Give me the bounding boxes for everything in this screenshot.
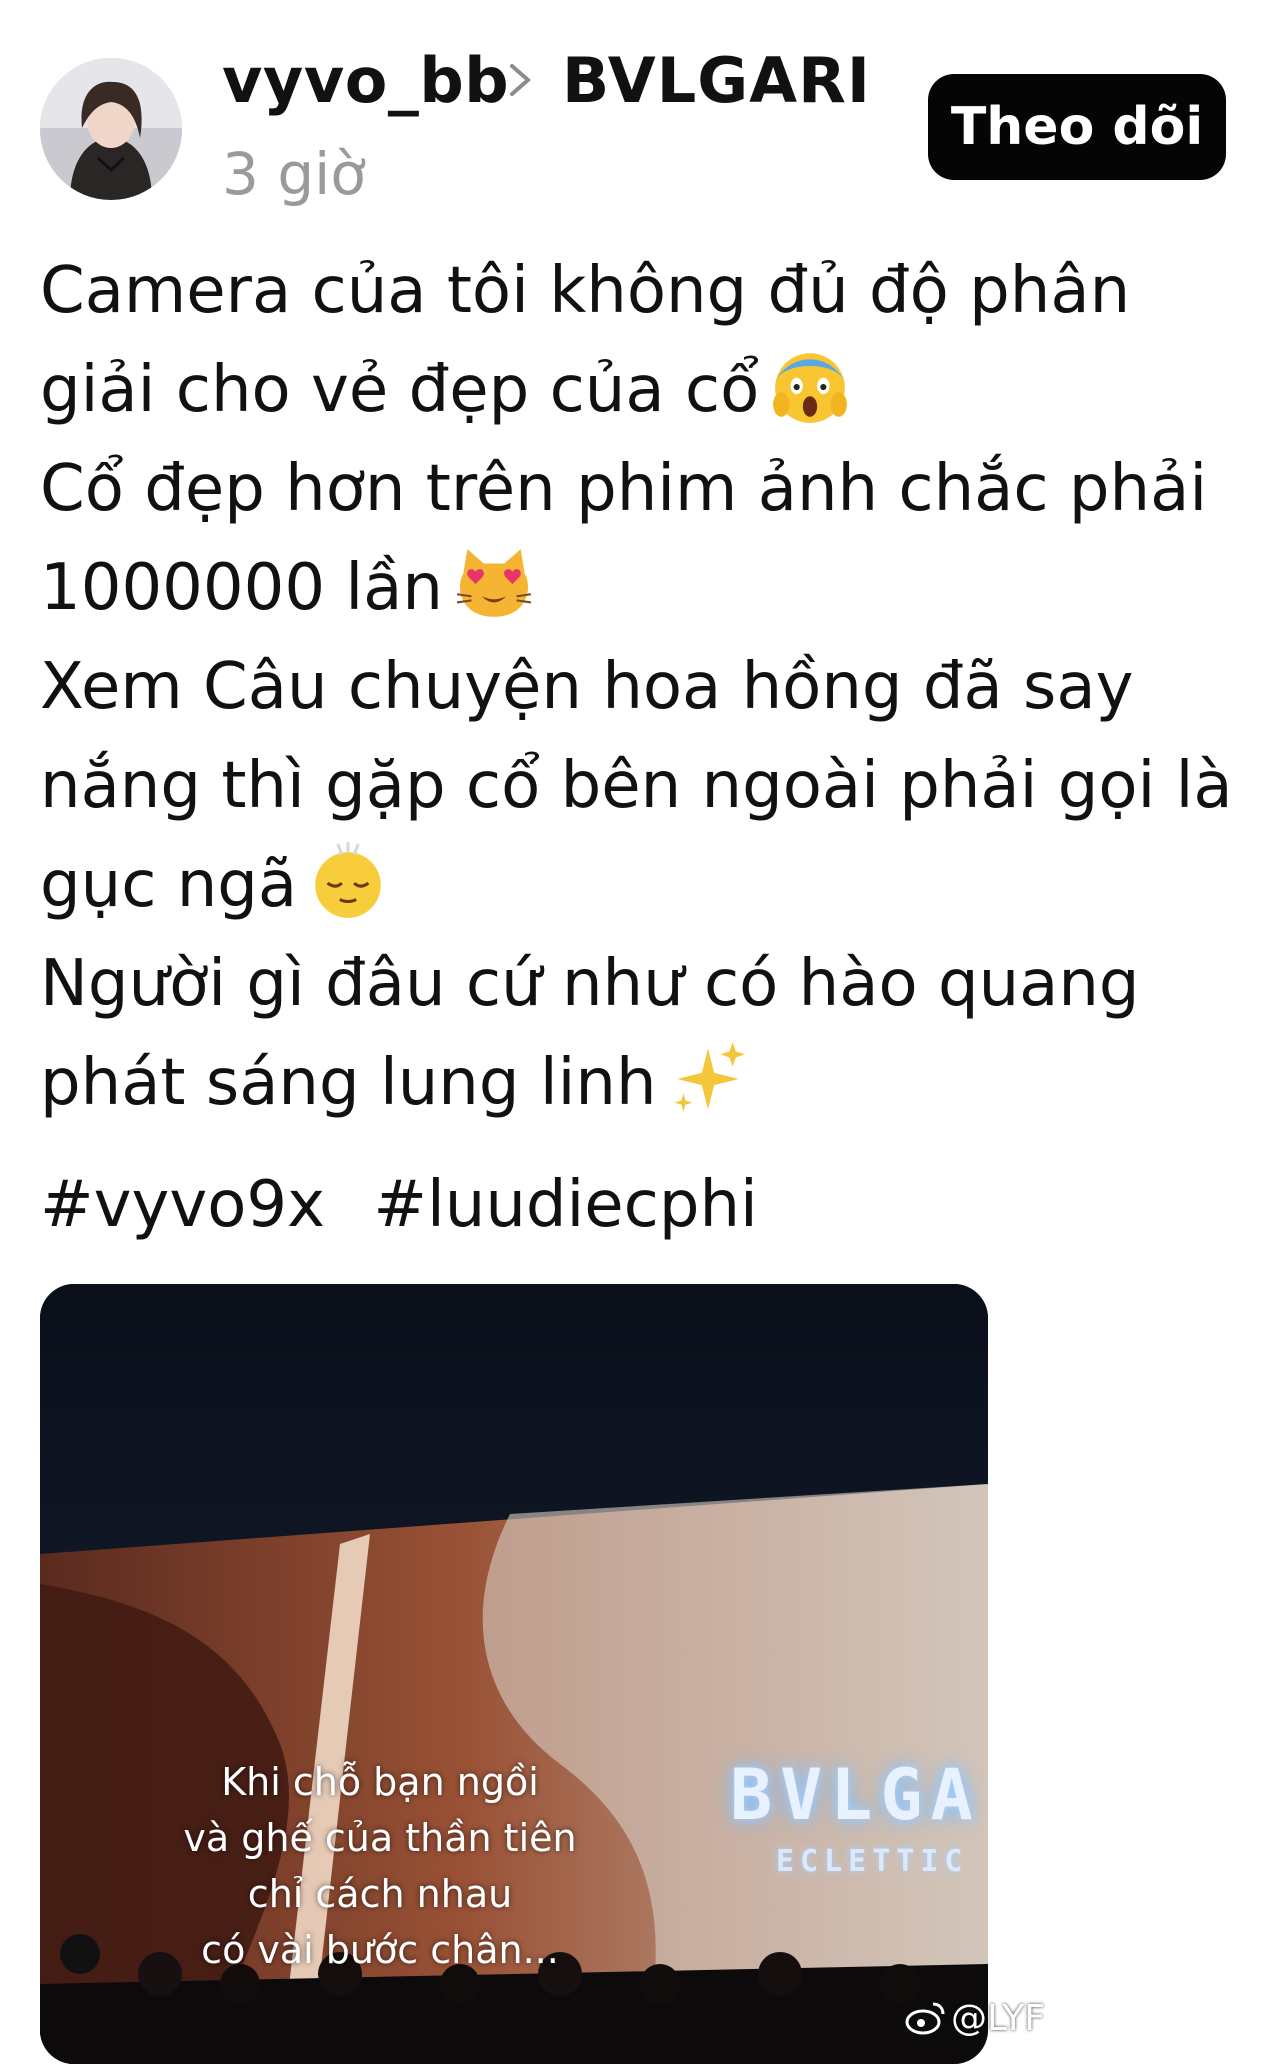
post-text-line: gục ngã xyxy=(40,836,1240,935)
bvlgari-sign-subtitle: ECLETTIC xyxy=(776,1844,969,1879)
post-text-line-content: Xem Câu chuyện hoa hồng đã say xyxy=(40,650,1134,724)
face-screaming-icon xyxy=(773,353,848,423)
watermark: @LYF xyxy=(905,1996,1045,2040)
post-text-line: Cổ đẹp hơn trên phim ảnh chắc phải xyxy=(40,440,1240,539)
post-body: Camera của tôi không đủ độ phân giải cho… xyxy=(40,242,1240,1133)
hashtags: #vyvo9x #luudiecphi xyxy=(40,1168,786,1242)
post-header: vyvo_bb BVLGARI 3 giờ Theo dõi xyxy=(0,0,1277,220)
post-text-line-content: Người gì đâu cứ như có hào quang xyxy=(40,947,1140,1021)
post-text-line: nắng thì gặp cổ bên ngoài phải gọi là xyxy=(40,737,1240,836)
post-text-line: 1000000 lần xyxy=(40,539,1240,638)
heart-eyes-cat-icon xyxy=(456,549,531,617)
relieved-face-icon xyxy=(315,842,381,918)
image-caption-line: chỉ cách nhau xyxy=(247,1872,513,1916)
post-text-line-content: gục ngã xyxy=(40,848,298,922)
hashtag-link[interactable]: #vyvo9x xyxy=(40,1168,325,1242)
post-text-line: phát sáng lung linh xyxy=(40,1034,1240,1133)
chevron-right-icon xyxy=(510,64,532,96)
image-caption-line: và ghế của thần tiên xyxy=(183,1816,577,1860)
post-text-line-content: Cổ đẹp hơn trên phim ảnh chắc phải xyxy=(40,452,1208,526)
avatar[interactable] xyxy=(40,58,182,200)
post-text-line-content: giải cho vẻ đẹp của cổ xyxy=(40,353,760,427)
image-caption: Khi chỗ bạn ngồi và ghế của thần tiên ch… xyxy=(160,1754,600,1978)
sparkles-icon xyxy=(673,1042,745,1112)
post-text-line-content: Camera của tôi không đủ độ phân xyxy=(40,254,1131,328)
bvlgari-sign: BVLGA xyxy=(730,1754,981,1836)
watermark-text: @LYF xyxy=(951,1997,1045,2039)
hashtag-link[interactable]: #luudiecphi xyxy=(373,1168,757,1242)
username-link[interactable]: vyvo_bb xyxy=(222,44,509,117)
post-timestamp: 3 giờ xyxy=(222,140,366,208)
weibo-icon xyxy=(905,2002,945,2035)
post-text-line-content: nắng thì gặp cổ bên ngoài phải gọi là xyxy=(40,749,1233,823)
post-text-line-content: 1000000 lần xyxy=(40,551,443,625)
post-text-line: Camera của tôi không đủ độ phân xyxy=(40,242,1240,341)
image-caption-line: Khi chỗ bạn ngồi xyxy=(221,1760,539,1804)
tagged-account-link[interactable]: BVLGARI xyxy=(562,44,871,117)
post-image[interactable]: Khi chỗ bạn ngồi và ghế của thần tiên ch… xyxy=(40,1284,988,2064)
post-text-line-content: phát sáng lung linh xyxy=(40,1046,657,1120)
follow-button[interactable]: Theo dõi xyxy=(928,74,1226,180)
post-text-line: Người gì đâu cứ như có hào quang xyxy=(40,935,1240,1034)
avatar-image xyxy=(40,58,182,200)
post-text-line: Xem Câu chuyện hoa hồng đã say xyxy=(40,638,1240,737)
post-text-line: giải cho vẻ đẹp của cổ xyxy=(40,341,1240,440)
image-caption-line: có vài bước chân... xyxy=(201,1928,559,1972)
